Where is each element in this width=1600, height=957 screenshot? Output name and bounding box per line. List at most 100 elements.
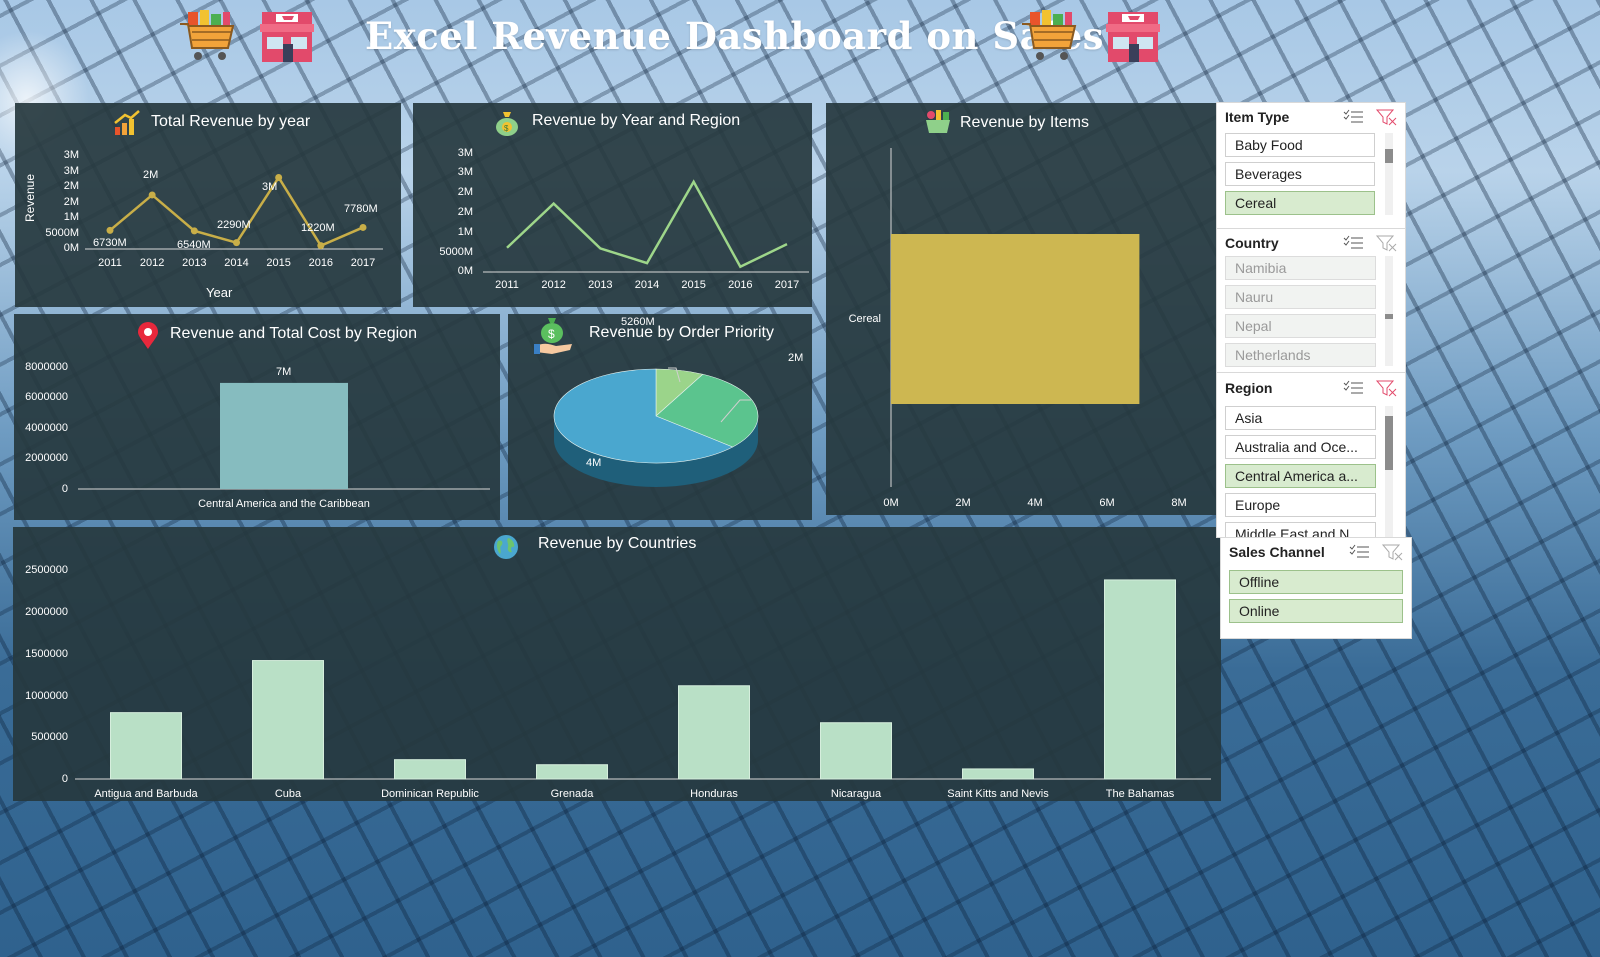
x-category-label: Dominican Republic <box>381 788 479 800</box>
dashboard-header: Excel Revenue Dashboard on Sales <box>0 0 1180 80</box>
slicer-item[interactable]: Beverages <box>1225 162 1375 186</box>
x-tick-label: 2016 <box>309 257 333 269</box>
x-category-label: Cuba <box>275 788 302 800</box>
data-point <box>359 223 367 231</box>
slicer-title: Item Type <box>1225 109 1290 125</box>
x-category-label: Saint Kitts and Nevis <box>947 788 1049 800</box>
x-tick-label: 0M <box>883 497 898 509</box>
x-tick-label: 2011 <box>495 279 519 291</box>
total-revenue-by-year-panel[interactable]: Total Revenue by year Revenue Year 3M 3M… <box>15 103 401 307</box>
slicer-item[interactable]: Nauru <box>1225 285 1376 309</box>
data-label: 2M <box>143 169 158 181</box>
y-tick-label: 5000M <box>45 227 79 239</box>
slicer-item-selected[interactable]: Central America a... <box>1225 464 1376 488</box>
y-tick-label: 3M <box>458 166 473 178</box>
multi-select-icon[interactable] <box>1343 380 1363 394</box>
slicer-header-icons <box>1343 235 1397 252</box>
slicer-item[interactable]: Namibia <box>1225 256 1376 280</box>
y-tick-labels: 8000000 6000000 4000000 2000000 0 <box>25 361 68 495</box>
bar <box>962 768 1034 780</box>
y-tick-label: 8000000 <box>25 361 68 373</box>
x-category-label: Nicaragua <box>831 788 882 800</box>
data-label: 2M <box>788 352 803 364</box>
y-tick-label: 2500000 <box>25 564 68 576</box>
revenue-by-year-region-panel[interactable]: $ Revenue by Year and Region 3M 3M 2M 2M… <box>413 103 812 307</box>
x-tick-label: 2015 <box>266 257 290 269</box>
y-tick-labels: 3M 3M 2M 2M 1M 5000M 0M <box>439 147 473 277</box>
slicer-scrollbar[interactable] <box>1385 406 1393 537</box>
data-point <box>317 242 325 250</box>
slicer-item[interactable]: Netherlands <box>1225 343 1376 367</box>
clear-filter-icon[interactable] <box>1375 235 1397 252</box>
scrollbar-thumb[interactable] <box>1385 149 1393 163</box>
y-tick-label: 5000M <box>439 246 473 258</box>
clear-filter-icon[interactable] <box>1375 109 1397 126</box>
scrollbar-thumb[interactable] <box>1385 314 1393 319</box>
y-tick-label: 0M <box>64 242 79 254</box>
clear-filter-icon[interactable] <box>1381 544 1403 561</box>
slicer-item[interactable]: Nepal <box>1225 314 1376 338</box>
country-slicer[interactable]: Country Namibia Nauru Nepal Netherlands <box>1216 228 1406 374</box>
y-tick-label: 6000000 <box>25 391 68 403</box>
bar <box>252 660 324 780</box>
revenue-by-countries-chart: 2500000 2000000 1500000 1000000 500000 0… <box>25 564 1211 800</box>
bar <box>110 712 182 780</box>
revenue-cost-by-region-chart: 8000000 6000000 4000000 2000000 0 Centra… <box>25 361 490 510</box>
multi-select-icon[interactable] <box>1343 235 1363 249</box>
sales-channel-slicer[interactable]: Sales Channel Offline Online <box>1220 537 1412 639</box>
data-label: 7M <box>276 366 291 378</box>
multi-select-icon[interactable] <box>1343 109 1363 123</box>
bar <box>220 382 348 489</box>
slicer-item[interactable]: Europe <box>1225 493 1376 517</box>
multi-select-icon[interactable] <box>1349 544 1369 558</box>
x-tick-label: 2013 <box>182 257 206 269</box>
slicer-item[interactable]: Middle East and N... <box>1225 522 1376 537</box>
data-label: 1220M <box>301 222 335 234</box>
data-label: 4M <box>586 457 601 469</box>
item-type-slicer[interactable]: Item Type Baby Food Beverages Cereal <box>1216 102 1406 230</box>
slicer-header-icons <box>1343 380 1397 397</box>
y-tick-label: 4000000 <box>25 422 68 434</box>
revenue-by-year-region-chart: 3M 3M 2M 2M 1M 5000M 0M 2011 2012 2013 2014… <box>439 147 809 291</box>
revenue-by-order-priority-panel[interactable]: $ Revenue by Order Priority 5260M 2M 4M <box>508 314 812 520</box>
x-tick-label: 4M <box>1027 497 1042 509</box>
revenue-by-countries-panel[interactable]: Revenue by Countries 2500000 2000000 150… <box>13 527 1221 801</box>
data-label: 2290M <box>217 219 251 231</box>
x-tick-label: 8M <box>1171 497 1186 509</box>
y-tick-label: 2M <box>64 180 79 192</box>
dashboard-title: Excel Revenue Dashboard on Sales <box>365 14 1104 58</box>
slicer-item[interactable]: Asia <box>1225 406 1376 430</box>
slicer-item[interactable]: Australia and Oce... <box>1225 435 1376 459</box>
x-category-label: Antigua and Barbuda <box>94 788 198 800</box>
slicer-item-selected[interactable]: Offline <box>1229 570 1403 594</box>
y-tick-label: 0M <box>458 265 473 277</box>
revenue-by-items-panel[interactable]: Revenue by Items 0M 2M 4M 6M 8M Cereal <box>826 103 1216 515</box>
data-point <box>190 227 198 235</box>
x-tick-label: 2016 <box>728 279 752 291</box>
y-tick-label: 2M <box>458 186 473 198</box>
slicer-scrollbar[interactable] <box>1385 133 1393 215</box>
x-axis-title: Year <box>206 285 233 300</box>
data-point <box>106 226 114 234</box>
bar <box>536 764 608 780</box>
x-tick-label: 2015 <box>681 279 705 291</box>
bar <box>891 234 1140 404</box>
y-tick-label: 3M <box>64 165 79 177</box>
store-icon <box>1104 10 1162 64</box>
slicer-item-selected[interactable]: Cereal <box>1225 191 1375 215</box>
scrollbar-thumb[interactable] <box>1385 416 1393 470</box>
region-slicer[interactable]: Region Asia Australia and Oce... Central… <box>1216 372 1406 538</box>
y-tick-label: 0 <box>62 483 68 495</box>
y-tick-label: 500000 <box>31 731 68 743</box>
slicer-scrollbar[interactable] <box>1385 256 1393 366</box>
y-tick-label: 1M <box>458 226 473 238</box>
slicer-title: Region <box>1225 380 1273 396</box>
revenue-cost-by-region-panel[interactable]: Revenue and Total Cost by Region 8000000… <box>14 314 500 520</box>
clear-filter-icon[interactable] <box>1375 380 1397 397</box>
slicer-item-selected[interactable]: Online <box>1229 599 1403 623</box>
series-line <box>506 179 788 269</box>
bar <box>678 685 750 780</box>
slicer-item[interactable]: Baby Food <box>1225 133 1375 157</box>
shopping-cart-icon <box>178 10 236 64</box>
x-tick-label: 2014 <box>224 257 248 269</box>
